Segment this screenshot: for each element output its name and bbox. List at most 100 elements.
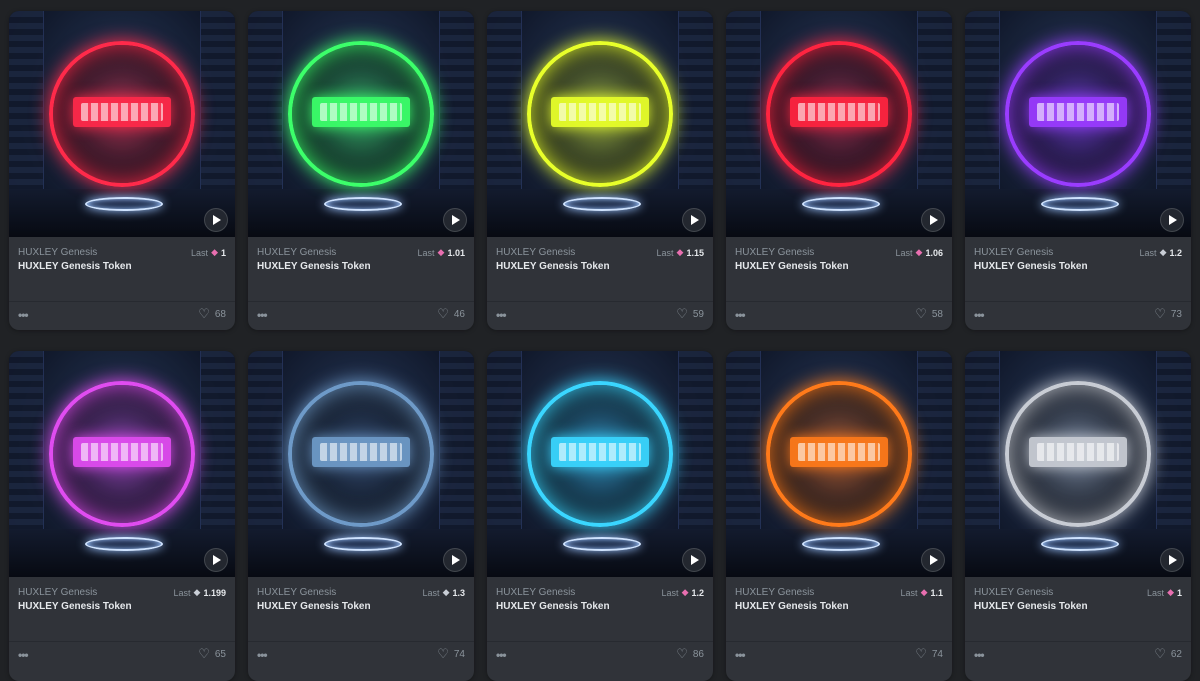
item-name[interactable]: HUXLEY Genesis Token [18,601,132,612]
more-options-icon[interactable]: ••• [735,649,746,661]
favorite-button[interactable]: ♡ 74 [915,646,943,661]
last-price: Last ◆ 1.01 [418,247,465,258]
nft-artwork[interactable] [965,11,1191,237]
play-icon[interactable] [1160,208,1184,232]
divider [965,641,1191,642]
pink-eth-icon: ◆ [1167,587,1174,597]
nft-card[interactable]: HUXLEY Genesis HUXLEY Genesis Token Last… [248,11,474,330]
more-options-icon[interactable]: ••• [974,649,985,661]
nft-artwork[interactable] [965,351,1191,577]
nft-card[interactable]: HUXLEY Genesis HUXLEY Genesis Token Last… [9,11,235,330]
dark-eth-icon: ◆ [1159,247,1167,257]
play-icon[interactable] [682,548,706,572]
nft-card[interactable]: HUXLEY Genesis HUXLEY Genesis Token Last… [965,351,1191,681]
nft-artwork[interactable] [9,11,235,237]
divider [726,641,952,642]
collection-name[interactable]: HUXLEY Genesis [257,247,336,258]
pedestal [324,197,402,211]
collection-name[interactable]: HUXLEY Genesis [18,247,97,258]
like-count: 68 [214,308,226,320]
pedestal [85,537,163,551]
collection-name[interactable]: HUXLEY Genesis [974,587,1053,598]
favorite-button[interactable]: ♡ 62 [1154,647,1182,660]
play-icon[interactable] [921,548,945,572]
favorite-button[interactable]: ♡ 68 [198,307,226,320]
item-name[interactable]: HUXLEY Genesis Token [735,261,849,272]
nft-card[interactable]: HUXLEY Genesis HUXLEY Genesis Token Last… [726,351,952,681]
price-value: 1 [220,247,226,258]
item-name[interactable]: HUXLEY Genesis Token [257,261,371,272]
nft-artwork[interactable] [487,11,713,237]
heart-icon: ♡ [676,306,688,321]
more-options-icon[interactable]: ••• [18,309,29,321]
item-name[interactable]: HUXLEY Genesis Token [257,601,371,612]
heart-icon: ♡ [915,646,927,661]
collection-name[interactable]: HUXLEY Genesis [496,587,575,598]
play-icon[interactable] [443,548,467,572]
favorite-button[interactable]: ♡ 58 [915,306,943,321]
nft-card[interactable]: HUXLEY Genesis HUXLEY Genesis Token Last… [487,11,713,330]
favorite-button[interactable]: ♡ 73 [1154,306,1182,321]
divider [9,301,235,302]
nft-card[interactable]: HUXLEY Genesis HUXLEY Genesis Token Last… [965,11,1191,330]
play-icon[interactable] [921,208,945,232]
play-icon[interactable] [204,548,228,572]
nft-card[interactable]: HUXLEY Genesis HUXLEY Genesis Token Last… [726,11,952,330]
collection-name[interactable]: HUXLEY Genesis [735,587,814,598]
last-price: Last ◆ 1.2 [662,587,704,598]
last-label: Last [895,247,913,258]
collection-name[interactable]: HUXLEY Genesis [257,587,336,598]
more-options-icon[interactable]: ••• [496,309,507,321]
more-options-icon[interactable]: ••• [18,649,29,661]
play-icon[interactable] [443,208,467,232]
divider [965,301,1191,302]
pink-eth-icon: ◆ [676,247,684,257]
more-options-icon[interactable]: ••• [257,309,268,321]
item-name[interactable]: HUXLEY Genesis Token [496,601,610,612]
more-options-icon[interactable]: ••• [974,309,985,321]
token-logo [798,103,880,121]
item-name[interactable]: HUXLEY Genesis Token [974,261,1088,272]
nft-card[interactable]: HUXLEY Genesis HUXLEY Genesis Token Last… [487,351,713,681]
collection-name[interactable]: HUXLEY Genesis [496,247,575,258]
favorite-button[interactable]: ♡ 59 [676,306,704,321]
last-label: Last [417,247,435,258]
pedestal [563,197,641,211]
item-name[interactable]: HUXLEY Genesis Token [735,601,849,612]
nft-card[interactable]: HUXLEY Genesis HUXLEY Genesis Token Last… [9,351,235,681]
pedestal [1041,537,1119,551]
item-name[interactable]: HUXLEY Genesis Token [18,261,132,272]
nft-artwork[interactable] [726,351,952,577]
heart-icon: ♡ [915,306,927,321]
more-options-icon[interactable]: ••• [257,649,268,661]
play-icon[interactable] [204,208,228,232]
collection-name[interactable]: HUXLEY Genesis [974,247,1053,258]
nft-artwork[interactable] [248,11,474,237]
collection-name[interactable]: HUXLEY Genesis [735,247,814,258]
like-count: 59 [692,308,704,320]
divider [248,641,474,642]
favorite-button[interactable]: ♡ 46 [437,307,465,320]
item-name[interactable]: HUXLEY Genesis Token [496,261,610,272]
favorite-button[interactable]: ♡ 74 [437,646,465,661]
collection-name[interactable]: HUXLEY Genesis [18,587,97,598]
favorite-button[interactable]: ♡ 86 [676,647,704,660]
nft-artwork[interactable] [248,351,474,577]
play-icon[interactable] [682,208,706,232]
token-logo [1037,443,1119,461]
heart-icon: ♡ [1154,306,1166,321]
nft-card[interactable]: HUXLEY Genesis HUXLEY Genesis Token Last… [248,351,474,681]
item-name[interactable]: HUXLEY Genesis Token [974,601,1088,612]
favorite-button[interactable]: ♡ 65 [198,647,226,660]
nft-artwork[interactable] [487,351,713,577]
nft-artwork[interactable] [9,351,235,577]
more-options-icon[interactable]: ••• [496,649,507,661]
play-icon[interactable] [1160,548,1184,572]
like-count: 46 [453,308,465,320]
more-options-icon[interactable]: ••• [735,309,746,321]
last-price: Last ◆ 1.2 [1140,247,1182,258]
heart-icon: ♡ [437,646,449,661]
token-logo [320,103,402,121]
price-value: 1.1 [930,587,943,598]
nft-artwork[interactable] [726,11,952,237]
